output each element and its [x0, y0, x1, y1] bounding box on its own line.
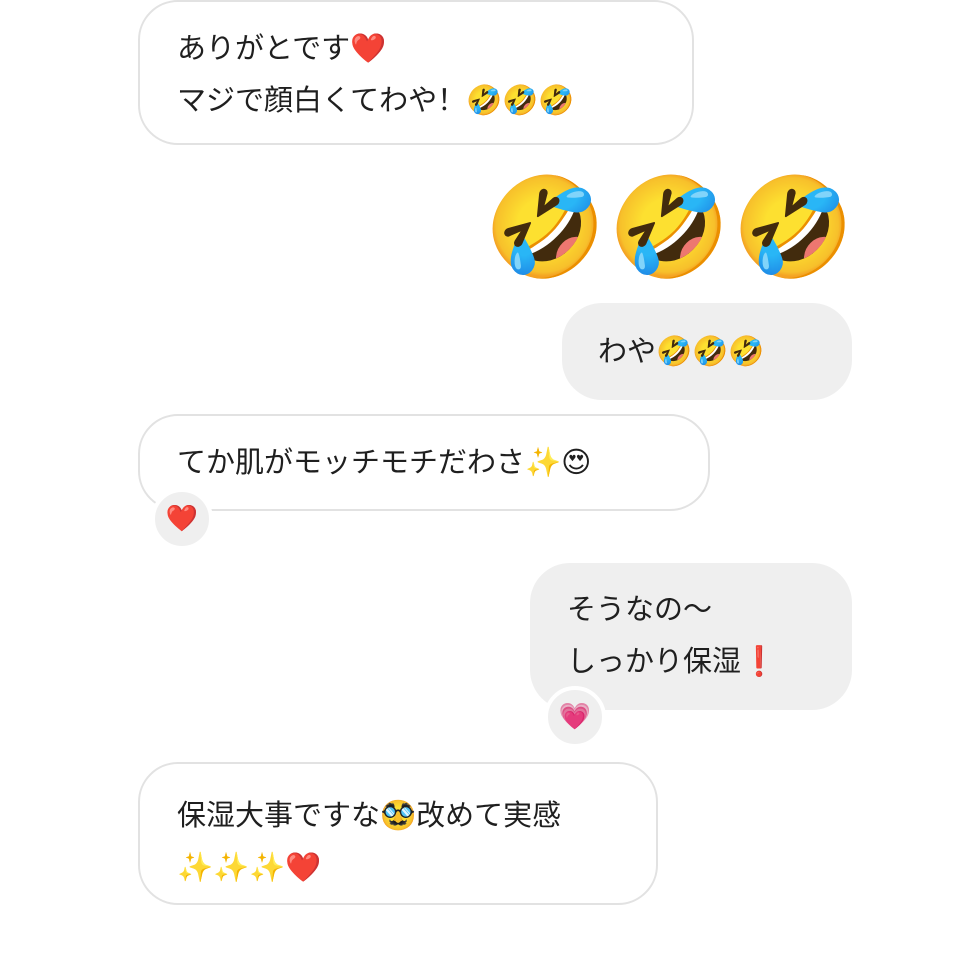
outgoing-emoji-message[interactable]: 🤣🤣🤣	[484, 168, 856, 288]
message-text-line: しっかり保湿❗️	[567, 644, 778, 678]
message-text-line: わや🤣🤣🤣	[598, 334, 765, 368]
message-text-line: マジで顔白くてわや！🤣🤣🤣	[177, 83, 575, 117]
pink-heart-reaction-icon[interactable]: 💗	[544, 686, 606, 748]
incoming-message-bubble[interactable]: ありがとです❤️ マジで顔白くてわや！🤣🤣🤣	[138, 0, 694, 145]
outgoing-message-bubble[interactable]: わや🤣🤣🤣	[562, 303, 852, 400]
message-text-line: てか肌がモッチモチだわさ✨😍	[177, 445, 592, 479]
heart-reaction-icon[interactable]: ❤️	[151, 488, 213, 550]
incoming-message-bubble[interactable]: 保湿大事ですな🥸改めて実感 ✨✨✨❤️	[138, 762, 658, 905]
message-text-line: ✨✨✨❤️	[177, 850, 322, 884]
message-text-line: 保湿大事ですな🥸改めて実感	[177, 798, 562, 832]
incoming-message-bubble[interactable]: てか肌がモッチモチだわさ✨😍	[138, 414, 710, 511]
message-text-line: そうなの〜	[567, 592, 713, 626]
message-text-line: ありがとです❤️	[177, 31, 387, 65]
chat-thread: ありがとです❤️ マジで顔白くてわや！🤣🤣🤣 🤣🤣🤣 わや🤣🤣🤣 てか肌がモッチ…	[0, 0, 960, 960]
